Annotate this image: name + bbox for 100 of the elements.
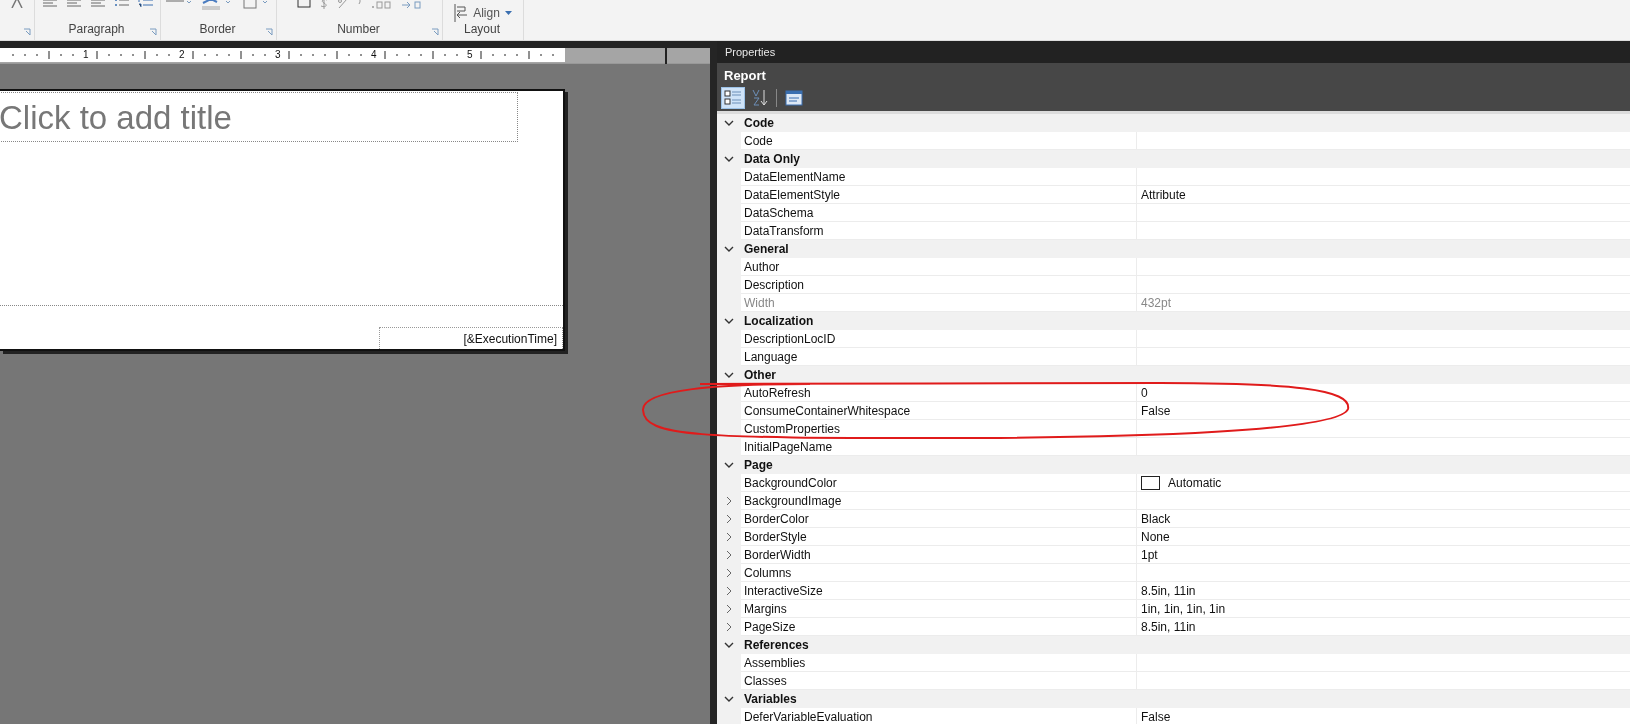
property-row[interactable]: Assemblies [717, 654, 1630, 672]
dialog-launcher-icon[interactable] [431, 28, 439, 36]
dialog-launcher-icon[interactable] [265, 28, 273, 36]
collapse-chevron-icon[interactable] [724, 462, 734, 468]
expand-chevron-icon[interactable] [726, 568, 732, 578]
property-name: Columns [744, 565, 792, 580]
property-name: Classes [744, 673, 787, 688]
expand-chevron-icon[interactable] [726, 550, 732, 560]
align-lines-icon[interactable] [89, 0, 106, 7]
align-lines-icon[interactable] [65, 0, 82, 7]
expand-chevron-icon[interactable] [726, 622, 732, 632]
property-row[interactable]: InteractiveSize 8.5in, 11in [717, 582, 1630, 600]
property-row[interactable]: DataElementStyle Attribute [717, 186, 1630, 204]
caret-icon [504, 11, 512, 15]
category-row[interactable]: Variables [717, 690, 1630, 708]
collapse-chevron-icon[interactable] [724, 156, 734, 162]
percent-icon[interactable] [336, 0, 349, 9]
dialog-launcher-icon[interactable] [23, 28, 31, 36]
decimal-increase-icon[interactable] [370, 0, 393, 9]
property-name: CustomProperties [744, 421, 841, 436]
property-row[interactable]: DataSchema [717, 204, 1630, 222]
categorized-view-button[interactable] [721, 87, 745, 109]
title-textbox[interactable]: Click to add title [0, 92, 518, 142]
collapse-chevron-icon[interactable] [724, 372, 734, 378]
collapse-chevron-icon[interactable] [724, 318, 734, 324]
category-header: Variables [744, 692, 797, 706]
property-row[interactable]: ConsumeContainerWhitespace False [717, 402, 1630, 420]
property-row[interactable]: Language [717, 348, 1630, 366]
property-row[interactable]: BackgroundImage [717, 492, 1630, 510]
collapse-chevron-icon[interactable] [724, 246, 734, 252]
collapse-chevron-icon[interactable] [724, 696, 734, 702]
align-lines-icon[interactable] [41, 0, 58, 7]
property-name: ConsumeContainerWhitespace [744, 403, 911, 418]
property-name: DeferVariableEvaluation [744, 709, 873, 724]
category-row[interactable]: Code [717, 114, 1630, 132]
expand-chevron-icon[interactable] [726, 604, 732, 614]
property-name: InteractiveSize [744, 583, 823, 598]
execution-time-field[interactable]: [&ExecutionTime] [379, 327, 563, 349]
align-icon [454, 4, 469, 22]
property-name: BorderWidth [744, 547, 811, 562]
property-row[interactable]: DescriptionLocID [717, 330, 1630, 348]
property-name: DataElementStyle [744, 187, 841, 202]
category-row[interactable]: Other [717, 366, 1630, 384]
property-row[interactable]: Description [717, 276, 1630, 294]
expand-chevron-icon[interactable] [726, 532, 732, 542]
expand-chevron-icon[interactable] [726, 514, 732, 524]
property-row[interactable]: InitialPageName [717, 438, 1630, 456]
property-name: BorderStyle [744, 529, 807, 544]
collapse-chevron-icon[interactable] [724, 642, 734, 648]
property-row[interactable]: DataElementName [717, 168, 1630, 186]
property-name: PageSize [744, 619, 796, 634]
ruler-marker[interactable] [665, 47, 667, 64]
decimal-decrease-icon[interactable] [400, 0, 423, 9]
align-dropdown-button[interactable]: Align [450, 2, 516, 24]
property-row[interactable]: DataTransform [717, 222, 1630, 240]
property-value: 1pt [1141, 547, 1158, 562]
property-row[interactable]: CustomProperties [717, 420, 1630, 438]
property-row[interactable]: BorderColor Black [717, 510, 1630, 528]
property-name: BackgroundColor [744, 475, 837, 490]
category-row[interactable]: References [717, 636, 1630, 654]
category-row[interactable]: Localization [717, 312, 1630, 330]
ribbon-group-label: Number [336, 22, 381, 36]
category-row[interactable]: Data Only [717, 150, 1630, 168]
selected-object-name: Report [723, 67, 767, 85]
panel-title: Properties [717, 41, 1630, 63]
category-row[interactable]: Page [717, 456, 1630, 474]
property-value: False [1141, 403, 1171, 418]
placeholder-format-icon[interactable] [296, 0, 311, 9]
property-row[interactable]: AutoRefresh 0 [717, 384, 1630, 402]
ribbon-group-label: Border [198, 22, 237, 36]
property-value: 8.5in, 11in [1141, 583, 1196, 598]
property-row[interactable]: PageSize 8.5in, 11in [717, 618, 1630, 636]
property-row[interactable]: Columns [717, 564, 1630, 582]
property-value: Automatic [1168, 475, 1222, 490]
property-name: Assemblies [744, 655, 806, 670]
bullet-list-icon[interactable] [113, 0, 130, 7]
property-value: False [1141, 709, 1171, 724]
category-header: Page [744, 458, 773, 472]
expand-chevron-icon[interactable] [726, 586, 732, 596]
category-header: Other [744, 368, 776, 382]
category-row[interactable]: General [717, 240, 1630, 258]
property-row[interactable]: Classes [717, 672, 1630, 690]
property-name: InitialPageName [744, 439, 833, 454]
dialog-launcher-icon[interactable] [149, 28, 157, 36]
property-row[interactable]: BackgroundColor Automatic [717, 474, 1630, 492]
property-row[interactable]: BorderWidth 1pt [717, 546, 1630, 564]
property-row[interactable]: Code [717, 132, 1630, 150]
currency-icon[interactable] [318, 0, 329, 9]
property-row[interactable]: BorderStyle None [717, 528, 1630, 546]
collapse-chevron-icon[interactable] [724, 120, 734, 126]
expand-chevron-icon[interactable] [726, 496, 732, 506]
property-row[interactable]: Author [717, 258, 1630, 276]
ribbon-group-label: Paragraph [67, 22, 126, 36]
property-name: BorderColor [744, 511, 809, 526]
property-name: Description [744, 277, 805, 292]
property-row[interactable]: Margins 1in, 1in, 1in, 1in [717, 600, 1630, 618]
property-pages-button[interactable] [782, 87, 806, 109]
title-placeholder: Click to add title [0, 99, 232, 137]
numbered-list-icon[interactable] [137, 0, 154, 7]
property-value: 8.5in, 11in [1141, 619, 1196, 634]
